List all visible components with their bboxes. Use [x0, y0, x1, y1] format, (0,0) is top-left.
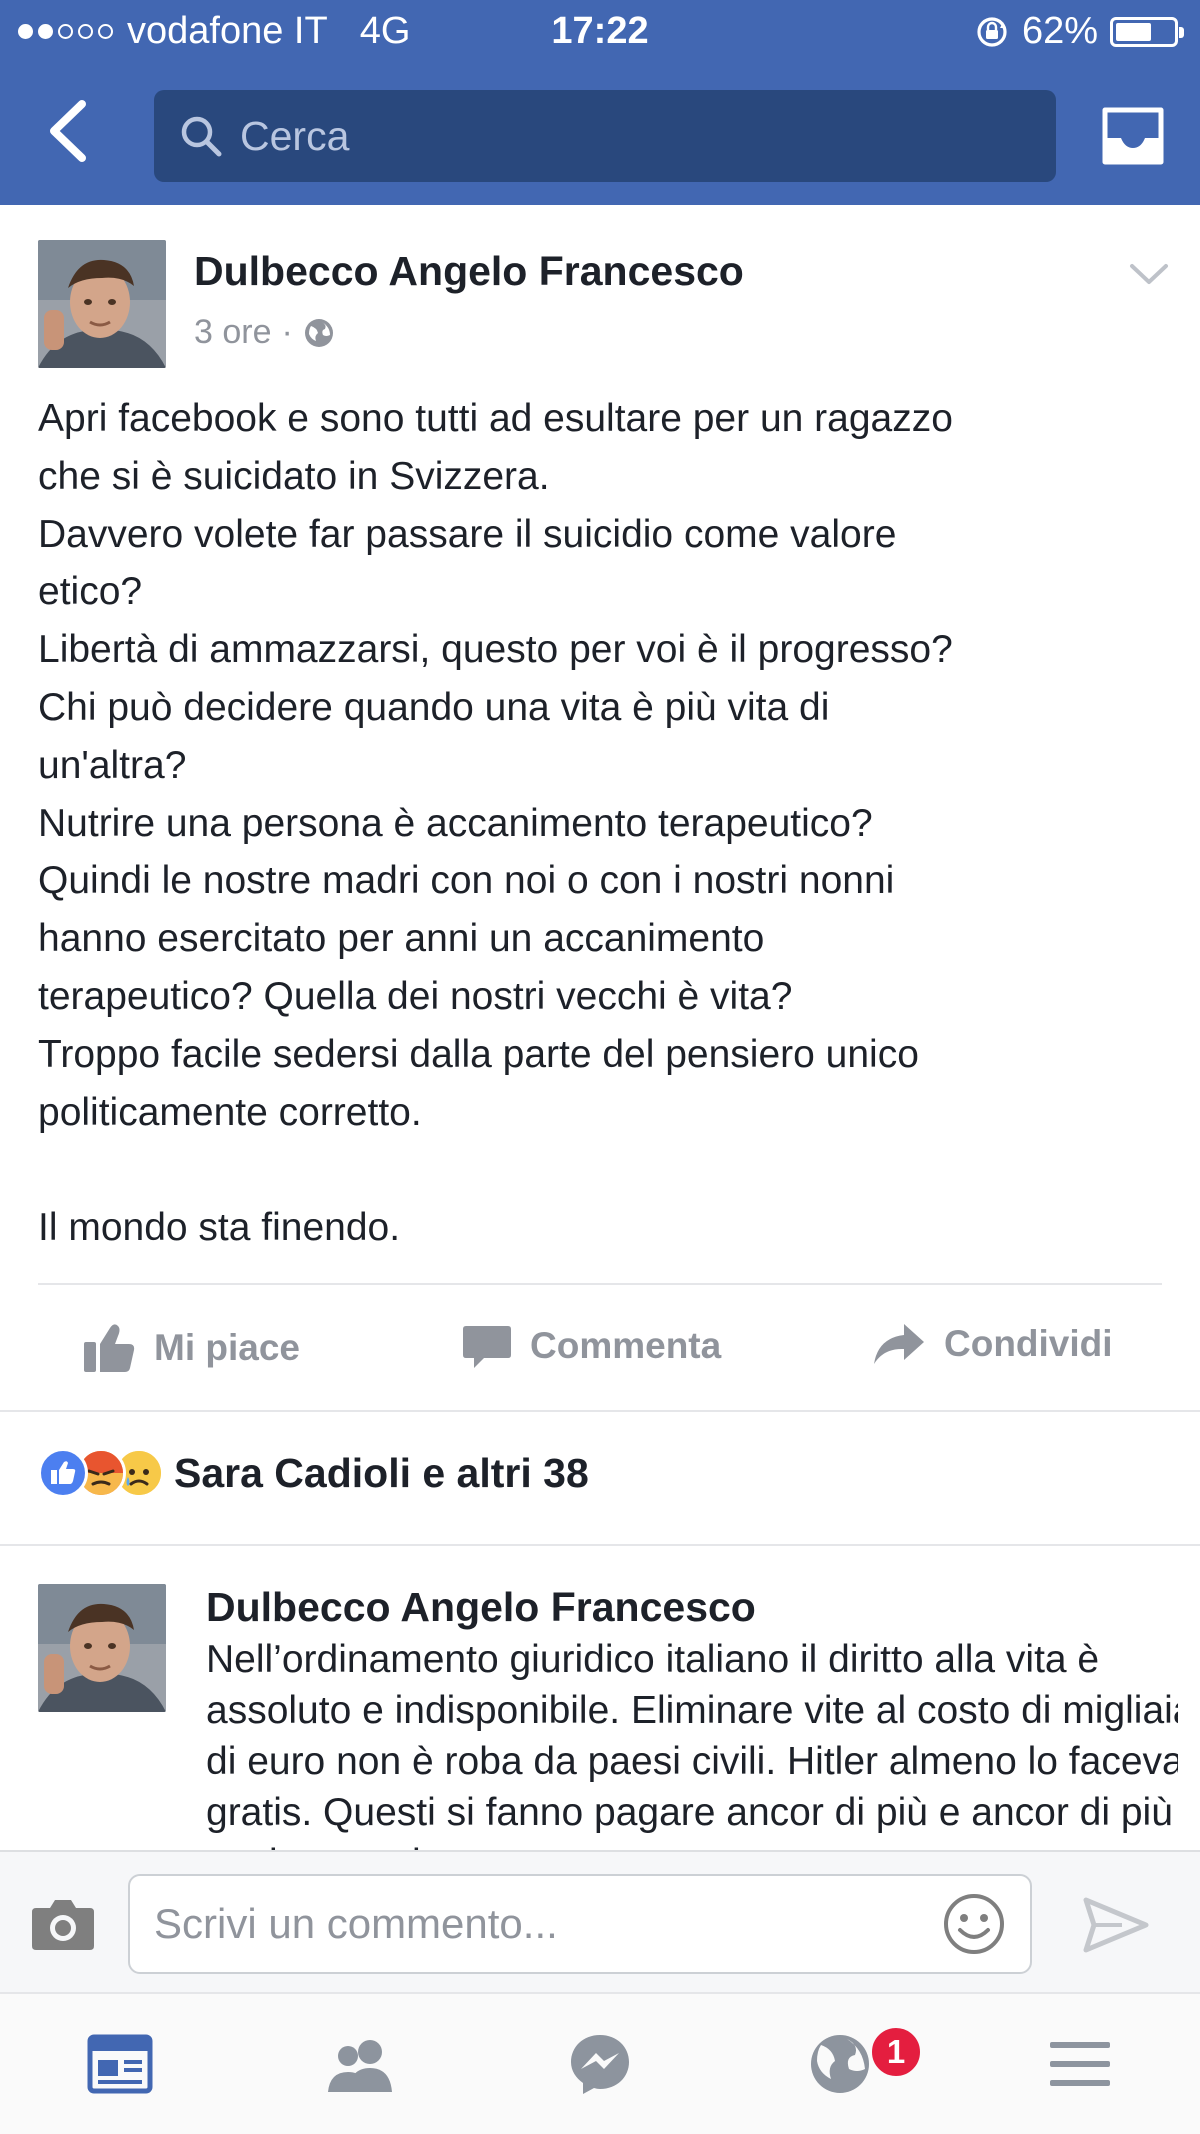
meta-separator: ·: [281, 313, 293, 351]
reactions-label[interactable]: Sara Cadioli e altri 38: [174, 1450, 589, 1497]
thumbs-up-icon: [84, 1324, 135, 1372]
comment-input[interactable]: [154, 1900, 942, 1948]
friends-icon: [328, 2040, 392, 2092]
like-reaction-icon: [38, 1448, 88, 1498]
comment-bubble-icon: [463, 1326, 511, 1368]
tab-messenger[interactable]: [560, 2024, 640, 2104]
comment-input-box[interactable]: [128, 1874, 1032, 1974]
battery-percent: 62%: [1021, 10, 1098, 52]
post-header: Dulbecco Angelo Francesco 3 ore ·: [38, 240, 1178, 370]
notifications-globe-icon: [811, 2035, 869, 2093]
post-actions: Mi piace Commenta Condividi: [0, 1292, 1200, 1408]
notification-badge: 1: [868, 2024, 924, 2080]
back-arrow-icon[interactable]: [42, 96, 94, 166]
comment-item: Dulbecco Angelo Francesco Nell’ordinamen…: [38, 1584, 1178, 1850]
comment-text: Nell’ordinamento giuridico italiano il d…: [206, 1638, 1178, 1850]
battery-fill: [1116, 22, 1151, 41]
like-button[interactable]: Mi piace: [82, 1322, 300, 1374]
tab-friends[interactable]: [320, 2024, 400, 2104]
comment-label: Commenta: [530, 1325, 722, 1366]
share-arrow-icon: [874, 1324, 924, 1364]
share-button[interactable]: Condividi: [872, 1322, 1113, 1366]
camera-icon[interactable]: [30, 1896, 96, 1952]
emoji-smiley-icon[interactable]: [942, 1892, 1006, 1956]
rotation-lock-icon: [977, 16, 1007, 47]
post-time[interactable]: 3 ore: [194, 313, 272, 352]
like-label: Mi piace: [154, 1327, 300, 1368]
reactions-summary[interactable]: Sara Cadioli e altri 38: [38, 1448, 589, 1498]
globe-icon: [304, 318, 333, 347]
post-options-chevron-icon[interactable]: [1126, 254, 1172, 294]
comment-composer: [0, 1850, 1200, 1992]
comment-button[interactable]: Commenta: [462, 1322, 721, 1370]
comment-author-avatar[interactable]: [38, 1584, 166, 1712]
status-bar: vodafone IT 4G 17:22 62%: [0, 0, 1200, 66]
actions-divider: [0, 1410, 1200, 1412]
comment-author[interactable]: Dulbecco Angelo Francesco: [206, 1584, 756, 1631]
tab-news-feed[interactable]: [80, 2024, 160, 2104]
avatar-image: [38, 1584, 166, 1712]
top-bar: vodafone IT 4G 17:22 62%: [0, 0, 1200, 205]
reactions-divider: [0, 1544, 1200, 1546]
send-icon[interactable]: [1082, 1896, 1150, 1954]
bottom-tab-bar: 1: [0, 1992, 1200, 2134]
post-body: Apri facebook e sono tutti ad esultare p…: [38, 390, 1168, 1257]
news-feed-icon: [87, 2034, 153, 2094]
post-meta: 3 ore ·: [194, 313, 335, 352]
post-author[interactable]: Dulbecco Angelo Francesco: [194, 248, 744, 295]
post-divider: [38, 1283, 1162, 1285]
post-closing-line: Il mondo sta finendo.: [38, 1206, 401, 1250]
search-icon: [181, 116, 222, 157]
inbox-icon[interactable]: [1097, 100, 1169, 172]
tab-notifications[interactable]: [800, 2024, 880, 2104]
battery-icon: [1110, 16, 1184, 47]
post-text: Apri facebook e sono tutti ad esultare p…: [38, 397, 953, 1134]
avatar-image: [38, 240, 166, 368]
share-label: Condividi: [944, 1323, 1113, 1364]
menu-icon: [1050, 2042, 1110, 2086]
tab-menu[interactable]: [1040, 2024, 1120, 2104]
search-input[interactable]: [240, 112, 1000, 160]
search-bar[interactable]: [154, 90, 1056, 182]
status-right: 62%: [974, 10, 1184, 53]
reaction-icons: [38, 1448, 164, 1498]
messenger-icon: [571, 2035, 629, 2094]
author-avatar[interactable]: [38, 240, 166, 368]
